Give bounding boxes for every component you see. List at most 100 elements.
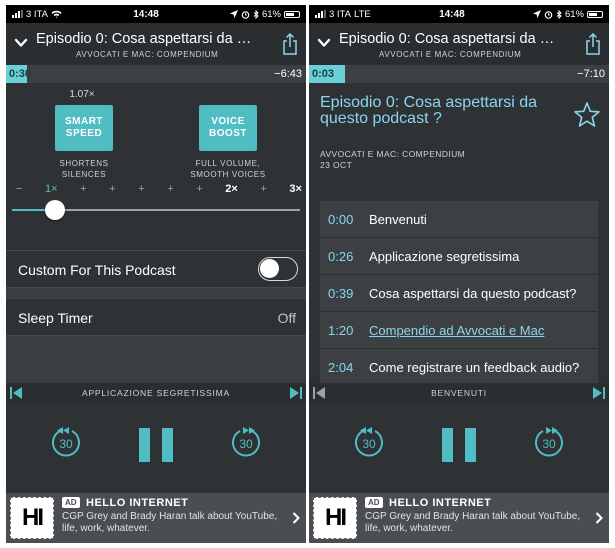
clock: 14:48 [133, 8, 159, 20]
chapter-row[interactable]: 0:00 Benvenuti [320, 201, 598, 238]
custom-for-podcast-label: Custom For This Podcast [18, 262, 176, 278]
skip-back-seconds: 30 [59, 437, 73, 451]
share-icon[interactable] [585, 33, 601, 55]
carrier-label: 3 ITA [329, 8, 351, 20]
chevron-down-icon[interactable] [14, 36, 28, 50]
speed-knob[interactable] [45, 200, 66, 220]
ad-banner[interactable]: HI AD HELLO INTERNET CGP Grey and Brady … [6, 493, 306, 543]
wifi-icon [51, 10, 62, 18]
episode-info: Episodio 0: Cosa aspettarsi da questo po… [309, 83, 609, 195]
chapter-bar: APPLICAZIONE SEGRETISSIMA [6, 383, 306, 403]
pause-button[interactable] [442, 428, 476, 467]
location-icon [532, 10, 541, 18]
signal-icon [315, 10, 326, 18]
speed-mark: + [109, 183, 116, 195]
next-chapter-icon[interactable] [290, 387, 302, 399]
skip-back-icon: 30 [52, 427, 80, 457]
speed-mark: 1× [45, 183, 58, 195]
skip-back-seconds: 30 [362, 437, 376, 451]
previous-chapter-icon[interactable] [313, 387, 325, 399]
episode-info-title: Episodio 0: Cosa aspettarsi da questo po… [320, 94, 538, 127]
ad-title: HELLO INTERNET [389, 497, 492, 509]
skip-back-icon: 30 [355, 427, 383, 457]
episode-info-date: 23 OCT [320, 160, 353, 170]
smart-speed-button[interactable]: SMART SPEED [55, 105, 113, 151]
ad-title: HELLO INTERNET [86, 497, 189, 509]
smart-speed-description: SHORTENS SILENCES [44, 158, 124, 180]
signal-icon [12, 10, 23, 18]
chapter-bar: BENVENUTI [309, 383, 609, 403]
chapter-link[interactable]: Compendio ad Avvocati e Mac [369, 323, 544, 338]
next-chapter-icon[interactable] [593, 387, 605, 399]
previous-chapter-icon[interactable] [10, 387, 22, 399]
skip-forward-seconds: 30 [542, 437, 556, 451]
effects-panel: 1.07× SMART SPEED SHORTENS SILENCES VOIC… [6, 83, 306, 220]
now-playing-header: Episodio 0: Cosa aspettarsi da questo po… [6, 23, 306, 65]
skip-forward-button[interactable]: 30 [531, 425, 567, 466]
custom-for-podcast-row: Custom For This Podcast [6, 250, 306, 288]
voice-boost-button[interactable]: VOICE BOOST [199, 105, 257, 151]
voice-boost-desc-1: FULL VOLUME, [195, 159, 261, 168]
current-chapter: APPLICAZIONE SEGRETISSIMA [81, 388, 230, 398]
elapsed-time: 0:30 [9, 68, 32, 80]
chapter-time: 0:26 [328, 249, 354, 264]
speed-marks: − 1× + + + + +2× +3× [16, 183, 302, 195]
pause-icon [139, 428, 173, 462]
pause-button[interactable] [139, 428, 173, 467]
playback-controls: 30 30 [6, 405, 306, 481]
chapter-name: Cosa aspettarsi da questo podcast? [369, 286, 577, 301]
playback-controls: 30 30 [309, 405, 609, 481]
speed-mark: 3× [289, 183, 302, 195]
chapter-row[interactable]: 0:39 Cosa aspettarsi da questo podcast? [320, 275, 598, 312]
speed-mark: − [16, 183, 23, 195]
ad-text: CGP Grey and Brady Haran talk about YouT… [62, 511, 278, 534]
star-icon[interactable] [573, 101, 601, 129]
ad-tag: AD [62, 497, 80, 508]
ad-banner[interactable]: HI AD HELLO INTERNET CGP Grey and Brady … [309, 493, 609, 543]
smart-speed-desc-2: SILENCES [61, 170, 107, 179]
chapter-row[interactable]: 1:20 Compendio ad Avvocati e Mac [320, 312, 598, 349]
chapter-name: Benvenuti [369, 212, 427, 227]
skip-forward-icon: 30 [232, 427, 260, 457]
empty-area [6, 336, 306, 384]
voice-boost-label-2: BOOST [208, 128, 248, 139]
speed-mark: + [260, 183, 267, 195]
progress-bar[interactable]: 0:03 −7:10 [309, 65, 609, 83]
bluetooth-icon [253, 9, 259, 19]
custom-for-podcast-toggle[interactable] [258, 257, 298, 281]
voice-boost-description: FULL VOLUME, SMOOTH VOICES [178, 158, 278, 180]
episode-title: Episodio 0: Cosa aspettarsi da questo po… [36, 31, 258, 47]
alarm-icon [241, 10, 250, 19]
skip-forward-button[interactable]: 30 [228, 425, 264, 466]
speed-mark: + [167, 183, 174, 195]
podcast-name: AVVOCATI E MAC: COMPENDIUM [76, 50, 219, 59]
smart-speed-label-2: SPEED [65, 128, 103, 139]
chapter-list: 0:00 Benvenuti 0:26 Applicazione segretissi… [320, 201, 598, 386]
remaining-time: −6:43 [274, 68, 302, 80]
episode-info-podcast: AVVOCATI E MAC: COMPENDIUM [320, 149, 466, 159]
battery-icon [284, 10, 300, 18]
status-bar: 3 ITA 14:48 61% [6, 5, 306, 23]
pause-icon [442, 428, 476, 462]
sleep-timer-row[interactable]: Sleep Timer Off [6, 298, 306, 336]
progress-bar[interactable]: 0:30 −6:43 [6, 65, 306, 83]
carrier-label: 3 ITA [26, 8, 48, 20]
chapter-row[interactable]: 2:04 Come registrare un feedback audio? [320, 349, 598, 386]
share-icon[interactable] [282, 33, 298, 55]
chevron-right-icon [292, 512, 300, 524]
speed-mark: 2× [225, 183, 238, 195]
clock: 14:48 [439, 8, 465, 20]
sleep-timer-label: Sleep Timer [18, 310, 93, 326]
ad-tag: AD [365, 497, 383, 508]
skip-back-button[interactable]: 30 [48, 425, 84, 466]
speed-slider[interactable]: − 1× + + + + +2× +3× [6, 183, 306, 223]
speed-mark: + [80, 183, 87, 195]
ad-logo: HI [313, 497, 357, 539]
chevron-down-icon[interactable] [317, 36, 331, 50]
skip-back-button[interactable]: 30 [351, 425, 387, 466]
right-screen: 3 ITA LTE 14:48 61% Episodio 0: Cosa asp… [309, 5, 609, 543]
chapter-row[interactable]: 0:26 Applicazione segretissima [320, 238, 598, 275]
sleep-timer-value: Off [277, 310, 296, 326]
section-gap [6, 288, 306, 298]
left-screen: 3 ITA 14:48 61% Episodio 0: Cosa aspetta… [6, 5, 306, 543]
